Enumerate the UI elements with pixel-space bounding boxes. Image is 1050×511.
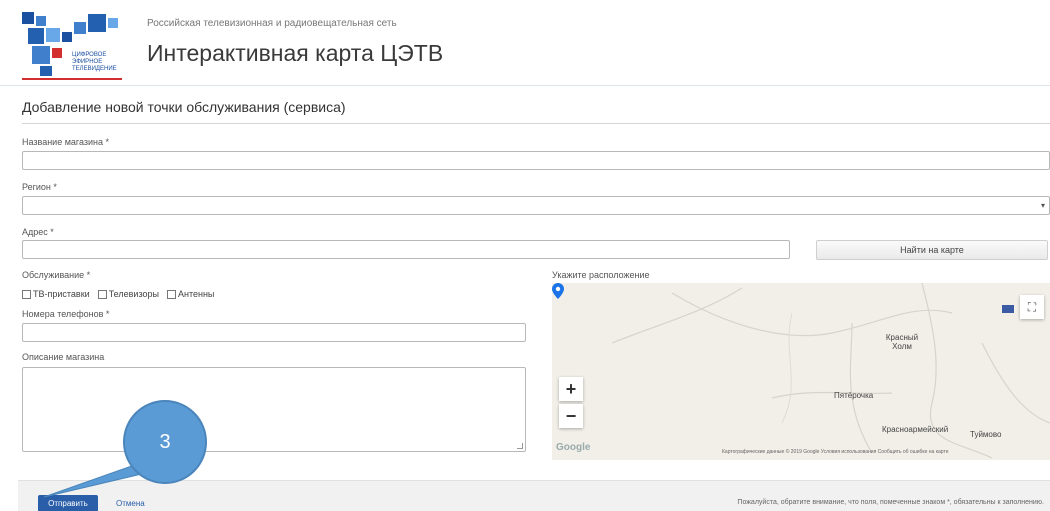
step-number-badge: 3 <box>123 400 207 484</box>
